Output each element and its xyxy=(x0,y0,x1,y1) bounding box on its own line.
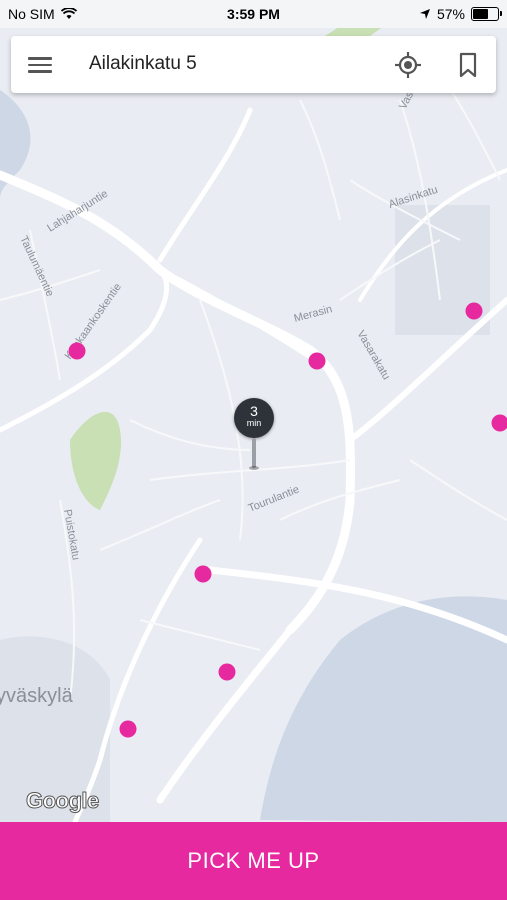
battery-icon xyxy=(471,7,502,21)
vehicle-marker[interactable] xyxy=(68,342,86,360)
vehicle-marker[interactable] xyxy=(119,720,137,738)
address-field[interactable]: Ailakinkatu 5 xyxy=(89,53,197,75)
bookmark-icon[interactable] xyxy=(457,52,479,78)
pick-me-up-button[interactable]: PICK ME UP xyxy=(0,822,507,900)
location-arrow-icon xyxy=(419,9,430,19)
eta-number: 3 xyxy=(250,403,258,419)
vehicle-marker[interactable] xyxy=(194,565,212,583)
eta-badge: 3 min xyxy=(234,398,274,438)
battery-fill xyxy=(473,9,488,19)
vehicle-marker[interactable] xyxy=(308,352,326,370)
search-bar[interactable]: Ailakinkatu 5 xyxy=(11,36,496,93)
pin-shadow xyxy=(249,466,259,470)
battery-percent: 57% xyxy=(436,6,465,22)
pin-stick xyxy=(252,438,256,468)
crosshair-locate-icon[interactable] xyxy=(395,52,421,78)
google-logo: Google xyxy=(26,788,100,814)
vehicle-marker[interactable] xyxy=(218,663,236,681)
pickup-pin[interactable]: 3 min xyxy=(234,398,274,474)
vehicle-marker[interactable] xyxy=(465,302,483,320)
hamburger-menu-icon[interactable] xyxy=(28,54,52,74)
status-bar: No SIM 3:59 PM 57% xyxy=(0,0,507,28)
status-right: 57% xyxy=(419,6,502,22)
place-label: yväskylä xyxy=(0,685,74,707)
eta-unit: min xyxy=(246,418,262,428)
